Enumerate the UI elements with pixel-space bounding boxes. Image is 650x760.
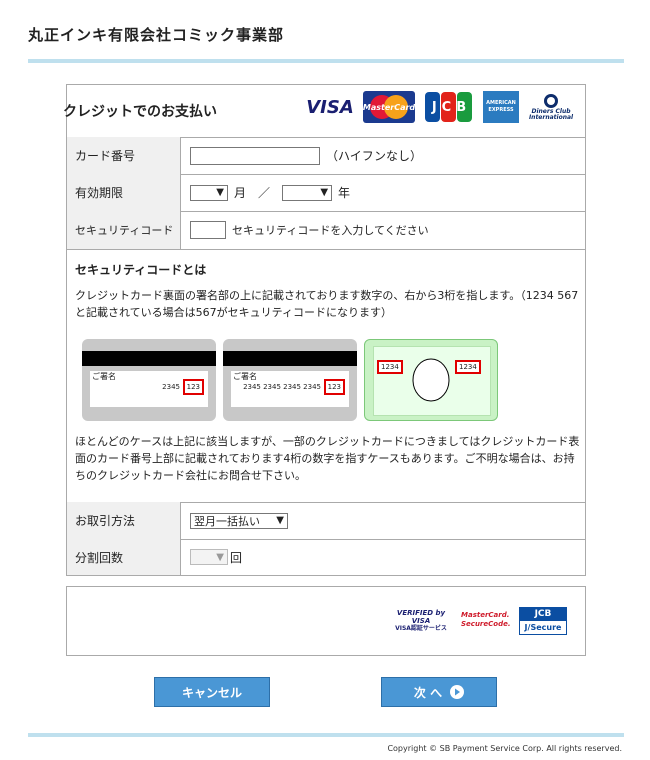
card-number-input[interactable] bbox=[190, 146, 320, 165]
card-back-image-2: ご署名 2345 2345 2345 2345 123 bbox=[223, 339, 357, 421]
footer-divider bbox=[28, 733, 624, 737]
expiry-value: ▼ 月 ／ ▼ 年 bbox=[190, 174, 350, 211]
payment-method-selected: 翌月一括払い bbox=[194, 514, 260, 528]
chevron-down-icon: ▼ bbox=[276, 515, 284, 526]
jcb-logo: JCB bbox=[423, 91, 475, 123]
info-paragraph-2: ほとんどのケースは上記に該当しますが、一部のクレジットカードにつきましてはクレジ… bbox=[75, 435, 580, 482]
payment-panel: クレジットでのお支払い VISA MasterCard JCB AMERICAN… bbox=[63, 84, 586, 576]
security-code-note: セキュリティコードを入力してください bbox=[232, 224, 429, 237]
verified-by-visa-logo: VERIFIED by VISA VISA認証サービス bbox=[393, 609, 449, 633]
installments-value: ▼ 回 bbox=[190, 539, 242, 575]
installments-suffix: 回 bbox=[230, 550, 243, 565]
security-code-row: セキュリティコード セキュリティコードを入力してください bbox=[67, 211, 585, 250]
verified-by-visa-text: VERIFIED by VISA bbox=[396, 609, 446, 625]
payment-method-select[interactable]: 翌月一括払い ▼ bbox=[190, 512, 288, 529]
hologram-oval bbox=[412, 358, 450, 402]
amex-logo: AMERICAN EXPRESS bbox=[483, 91, 519, 123]
payment-method-value: 翌月一括払い ▼ bbox=[190, 502, 288, 539]
visa-logo: VISA bbox=[306, 96, 354, 118]
mastercard-logo: MasterCard bbox=[363, 91, 415, 123]
visa-auth-text: VISA認証サービス bbox=[395, 625, 447, 632]
card-number-label: カード番号 bbox=[67, 137, 181, 174]
card-code-highlight: 123 bbox=[182, 379, 204, 395]
security-code-info: セキュリティコードとは クレジットカード裏面の署名部の上に記載されております数字… bbox=[67, 249, 585, 503]
panel-header: クレジットでのお支払い VISA MasterCard JCB AMERICAN… bbox=[63, 85, 585, 138]
installments-select[interactable]: ▼ bbox=[190, 549, 228, 565]
arrow-right-icon bbox=[450, 685, 465, 699]
magnetic-stripe bbox=[82, 351, 216, 366]
card-back-image-1: ご署名 2345 123 bbox=[82, 339, 216, 421]
month-suffix: 月 bbox=[234, 186, 247, 200]
diners-logo: Diners Club International bbox=[529, 91, 573, 123]
card-digits: 2345 2345 2345 2345 bbox=[243, 383, 321, 391]
info-paragraph-1: クレジットカード裏面の署名部の上に記載されております数字の、右から3桁を指します… bbox=[75, 289, 579, 319]
chevron-down-icon: ▼ bbox=[320, 187, 329, 198]
jsecure-logo: JCB J/Secure bbox=[519, 607, 567, 635]
jsecure-top: JCB bbox=[520, 608, 566, 621]
jsecure-bottom: J/Secure bbox=[524, 623, 562, 632]
expiry-separator: ／ bbox=[258, 186, 271, 200]
expiry-year-select[interactable]: ▼ bbox=[282, 184, 333, 201]
card-code-highlight-left: 1234 bbox=[377, 360, 403, 374]
cancel-button[interactable]: キャンセル bbox=[154, 677, 270, 707]
page-title: 丸正インキ有限会社コミック事業部 bbox=[28, 26, 285, 44]
expiry-month-select[interactable]: ▼ bbox=[190, 184, 228, 201]
card-number-value: （ハイフンなし） bbox=[190, 137, 422, 174]
chevron-down-icon: ▼ bbox=[216, 551, 224, 563]
card-digits: 2345 bbox=[162, 383, 180, 391]
panel-title: クレジットでのお支払い bbox=[63, 104, 217, 120]
year-suffix: 年 bbox=[338, 186, 351, 200]
footer-copyright: Copyright © SB Payment Service Corp. All… bbox=[387, 744, 622, 753]
installments-label: 分割回数 bbox=[67, 539, 181, 575]
card-number-note: （ハイフンなし） bbox=[326, 149, 423, 163]
card-front-image: 1234 1234 bbox=[364, 339, 498, 421]
cancel-button-label: キャンセル bbox=[181, 685, 242, 700]
next-button[interactable]: 次 へ bbox=[381, 677, 497, 707]
expiry-row: 有効期限 ▼ 月 ／ ▼ 年 bbox=[67, 174, 585, 212]
signature-panel: ご署名 2345 2345 2345 2345 123 bbox=[231, 371, 349, 407]
next-button-label: 次 へ bbox=[413, 685, 443, 700]
payment-method-row: お取引方法 翌月一括払い ▼ bbox=[67, 502, 585, 540]
diners-text: Diners Club International bbox=[528, 108, 574, 121]
card-number-row: カード番号 （ハイフンなし） bbox=[67, 137, 585, 175]
card-code-highlight-right: 1234 bbox=[455, 360, 481, 374]
mastercard-securecode-logo: MasterCard. SecureCode. bbox=[461, 611, 511, 628]
security-code-input[interactable] bbox=[190, 221, 226, 239]
chevron-down-icon: ▼ bbox=[216, 187, 224, 198]
magnetic-stripe bbox=[223, 351, 357, 366]
security-code-value: セキュリティコードを入力してください bbox=[190, 211, 429, 249]
expiry-label: 有効期限 bbox=[67, 174, 181, 211]
signature-label: ご署名 bbox=[233, 372, 257, 381]
header-divider bbox=[28, 59, 624, 63]
signature-panel: ご署名 2345 123 bbox=[90, 371, 208, 407]
card-code-highlight: 123 bbox=[323, 379, 345, 395]
secure-logos-box: VERIFIED by VISA VISA認証サービス MasterCard. … bbox=[66, 586, 586, 656]
mastercard-text: MasterCard bbox=[362, 102, 416, 112]
info-title: セキュリティコードとは bbox=[75, 263, 207, 277]
jcb-text: JCB bbox=[431, 99, 472, 115]
payment-method-label: お取引方法 bbox=[67, 502, 181, 539]
security-code-label: セキュリティコード bbox=[67, 211, 181, 249]
signature-label: ご署名 bbox=[92, 372, 116, 381]
installments-row: 分割回数 ▼ 回 bbox=[67, 539, 585, 575]
